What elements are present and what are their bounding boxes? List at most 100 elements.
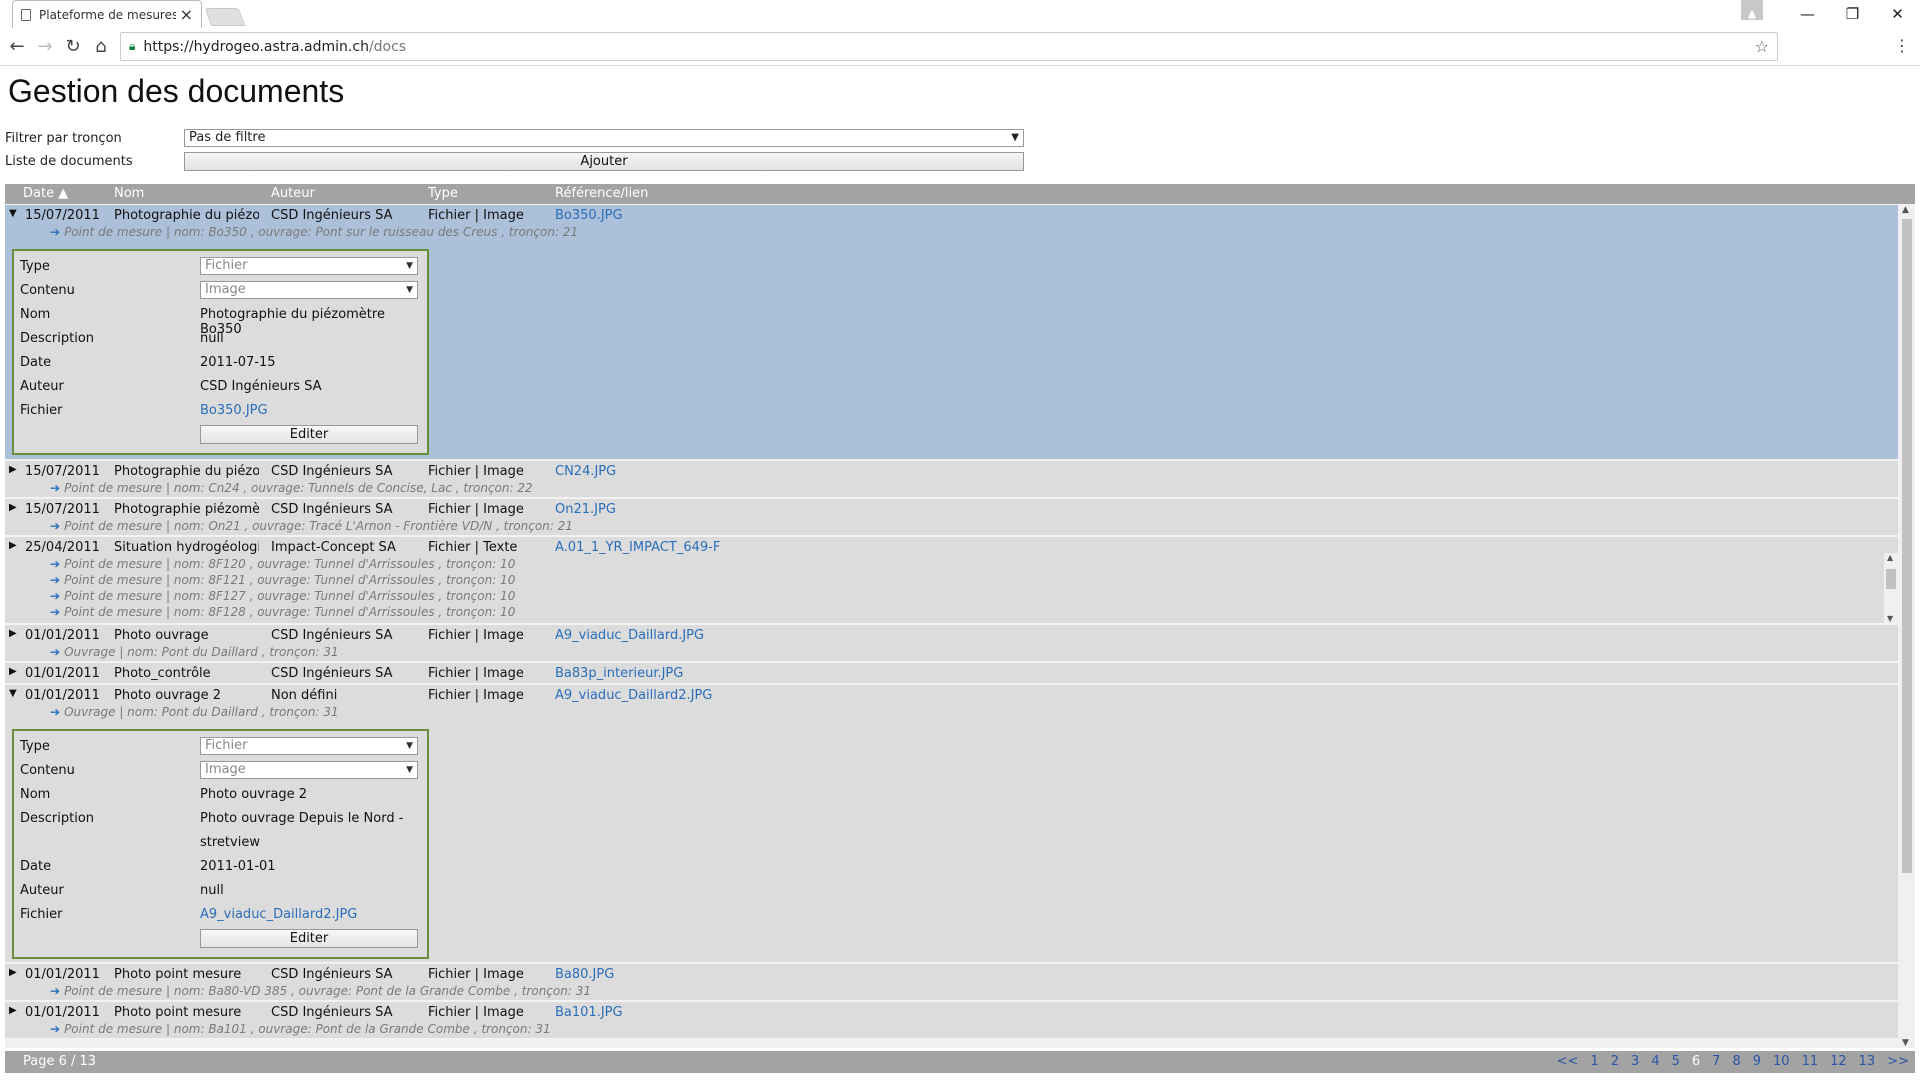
table-row[interactable]: ▶ 01/01/2011 Photo_contrôle CSD Ingénieu… xyxy=(5,663,1898,685)
row-ref-link[interactable]: Ba80.JPG xyxy=(555,967,614,982)
restore-icon[interactable]: ❐ xyxy=(1830,5,1875,23)
close-tab-icon[interactable]: × xyxy=(180,5,193,24)
table-row[interactable]: ▶ 01/01/2011 Photo point mesure CSD Ingé… xyxy=(5,1002,1898,1040)
browser-tab[interactable]: Plateforme de mesures C × xyxy=(12,0,202,28)
page-link[interactable]: 11 xyxy=(1802,1054,1819,1069)
link-item[interactable]: ➔ Point de mesure | nom: 8F127 , ouvrage:… xyxy=(50,589,515,605)
scroll-up-icon[interactable]: ▲ xyxy=(1902,205,1909,215)
detail-label-contenu: Contenu xyxy=(20,283,75,298)
link-item[interactable]: ➔ Point de mesure | nom: On21 , ouvrage: … xyxy=(50,519,573,535)
row-date: 01/01/2011 xyxy=(25,1005,100,1020)
link-item[interactable]: ➔ Ouvrage | nom: Pont du Daillard , tronç… xyxy=(50,645,339,661)
detail-label-date: Date xyxy=(20,355,52,370)
table-row[interactable]: ▶ 15/07/2011 Photographie du piézo... CS… xyxy=(5,461,1898,499)
scroll-thumb[interactable] xyxy=(1902,219,1912,873)
expand-icon[interactable]: ▶ xyxy=(9,967,17,978)
user-profile-icon[interactable]: ▲ xyxy=(1741,0,1763,20)
minimize-icon[interactable]: — xyxy=(1785,5,1830,23)
browser-menu-icon[interactable]: ⋮ xyxy=(1894,36,1910,55)
expand-icon[interactable]: ▶ xyxy=(9,464,17,475)
row-ref-link[interactable]: Ba101.JPG xyxy=(555,1005,623,1020)
row-ref-link[interactable]: A9_viaduc_Daillard.JPG xyxy=(555,628,704,643)
grid-scrollbar[interactable]: ▲ ▼ xyxy=(1898,205,1915,1048)
scroll-down-icon[interactable]: ▼ xyxy=(1902,1038,1909,1048)
edit-button[interactable]: Editer xyxy=(200,929,418,948)
add-button[interactable]: Ajouter xyxy=(184,152,1024,171)
reload-icon[interactable]: ↻ xyxy=(62,36,84,58)
row-auteur: CSD Ingénieurs SA xyxy=(271,628,393,643)
contenu-select[interactable]: Image ▼ xyxy=(200,761,418,779)
back-icon[interactable]: ← xyxy=(6,36,28,58)
collapse-icon[interactable]: ▼ xyxy=(9,688,17,699)
last-page-link[interactable]: >> xyxy=(1887,1054,1909,1069)
table-row[interactable]: ▶ 25/04/2011 Situation hydrogéologi... I… xyxy=(5,537,1898,625)
page-link-current[interactable]: 6 xyxy=(1692,1054,1700,1069)
expand-icon[interactable]: ▶ xyxy=(9,540,17,551)
page-link[interactable]: 7 xyxy=(1712,1054,1720,1069)
link-item[interactable]: ➔ Point de mesure | nom: Ba80-VD 385 , ou… xyxy=(50,984,591,1000)
forward-icon[interactable]: → xyxy=(34,36,56,58)
page-link[interactable]: 9 xyxy=(1753,1054,1761,1069)
page-link[interactable]: 10 xyxy=(1773,1054,1790,1069)
scroll-up-icon[interactable]: ▲ xyxy=(1887,553,1893,562)
row-ref-link[interactable]: A9_viaduc_Daillard2.JPG xyxy=(555,688,712,703)
row-ref-link[interactable]: Bo350.JPG xyxy=(555,208,623,223)
first-page-link[interactable]: << xyxy=(1557,1054,1579,1069)
expand-icon[interactable]: ▶ xyxy=(9,502,17,513)
col-date[interactable]: Date ▲ xyxy=(23,186,68,201)
page-link[interactable]: 3 xyxy=(1631,1054,1639,1069)
row-auteur: Non défini xyxy=(271,688,338,703)
collapse-icon[interactable]: ▼ xyxy=(9,208,17,219)
detail-label-date: Date xyxy=(20,859,52,874)
edit-button[interactable]: Editer xyxy=(200,425,418,444)
page-link[interactable]: 2 xyxy=(1611,1054,1619,1069)
detail-fichier-link[interactable]: Bo350.JPG xyxy=(200,403,268,418)
page-link[interactable]: 12 xyxy=(1830,1054,1847,1069)
row-ref-link[interactable]: CN24.JPG xyxy=(555,464,616,479)
filter-select[interactable]: Pas de filtre ▼ xyxy=(184,129,1024,147)
page-title: Gestion des documents xyxy=(8,73,345,109)
table-row[interactable]: ▼ 01/01/2011 Photo ouvrage 2 Non défini … xyxy=(5,685,1898,964)
link-item[interactable]: ➔ Point de mesure | nom: Cn24 , ouvrage: … xyxy=(50,481,533,497)
col-auteur[interactable]: Auteur xyxy=(271,186,315,201)
close-window-icon[interactable]: ✕ xyxy=(1875,5,1920,23)
link-item[interactable]: ➔ Point de mesure | nom: Bo350 , ouvrage:… xyxy=(50,225,578,241)
row-ref-link[interactable]: Ba83p_interieur.JPG xyxy=(555,666,683,681)
scroll-thumb[interactable] xyxy=(1886,569,1896,589)
link-item[interactable]: ➔ Point de mesure | nom: Ba101 , ouvrage:… xyxy=(50,1022,551,1038)
scroll-down-icon[interactable]: ▼ xyxy=(1887,614,1893,623)
contenu-select[interactable]: Image ▼ xyxy=(200,281,418,299)
table-row[interactable]: ▼ 15/07/2011 Photographie du piézo... CS… xyxy=(5,205,1898,461)
page-link[interactable]: 5 xyxy=(1672,1054,1680,1069)
links-scrollbar[interactable]: ▲ ▼ xyxy=(1884,553,1898,623)
expand-icon[interactable]: ▶ xyxy=(9,628,17,639)
type-select[interactable]: Fichier ▼ xyxy=(200,257,418,275)
page-link[interactable]: 8 xyxy=(1732,1054,1740,1069)
link-item[interactable]: ➔ Point de mesure | nom: 8F121 , ouvrage:… xyxy=(50,573,515,589)
table-row[interactable]: ▶ 01/01/2011 Photo ouvrage CSD Ingénieur… xyxy=(5,625,1898,663)
bookmark-star-icon[interactable]: ☆ xyxy=(1755,37,1769,56)
expand-icon[interactable]: ▶ xyxy=(9,666,17,677)
link-item[interactable]: ➔ Point de mesure | nom: 8F120 , ouvrage:… xyxy=(50,557,515,573)
link-item[interactable]: ➔ Ouvrage | nom: Pont du Daillard , tronç… xyxy=(50,705,339,721)
url-host: https://hydrogeo.astra.admin.ch xyxy=(143,38,369,55)
col-type[interactable]: Type xyxy=(428,186,458,201)
home-icon[interactable]: ⌂ xyxy=(90,36,112,58)
col-nom[interactable]: Nom xyxy=(114,186,144,201)
row-auteur: CSD Ingénieurs SA xyxy=(271,666,393,681)
new-tab-button[interactable] xyxy=(204,8,246,26)
expand-icon[interactable]: ▶ xyxy=(9,1005,17,1016)
detail-label-fichier: Fichier xyxy=(20,907,63,922)
page-link[interactable]: 4 xyxy=(1651,1054,1659,1069)
table-row[interactable]: ▶ 15/07/2011 Photographie piézomèt... CS… xyxy=(5,499,1898,537)
col-ref[interactable]: Référence/lien xyxy=(555,186,648,201)
page-link[interactable]: 1 xyxy=(1590,1054,1598,1069)
type-select[interactable]: Fichier ▼ xyxy=(200,737,418,755)
row-ref-link[interactable]: A.01_1_YR_IMPACT_649-F xyxy=(555,540,720,555)
detail-fichier-link[interactable]: A9_viaduc_Daillard2.JPG xyxy=(200,907,357,922)
link-item[interactable]: ➔ Point de mesure | nom: 8F128 , ouvrage:… xyxy=(50,605,515,621)
page-link[interactable]: 13 xyxy=(1859,1054,1876,1069)
row-ref-link[interactable]: On21.JPG xyxy=(555,502,616,517)
table-row[interactable]: ▶ 01/01/2011 Photo point mesure CSD Ingé… xyxy=(5,964,1898,1002)
url-input[interactable]: 🔒︎ https://hydrogeo.astra.admin.ch/docs … xyxy=(120,32,1778,61)
